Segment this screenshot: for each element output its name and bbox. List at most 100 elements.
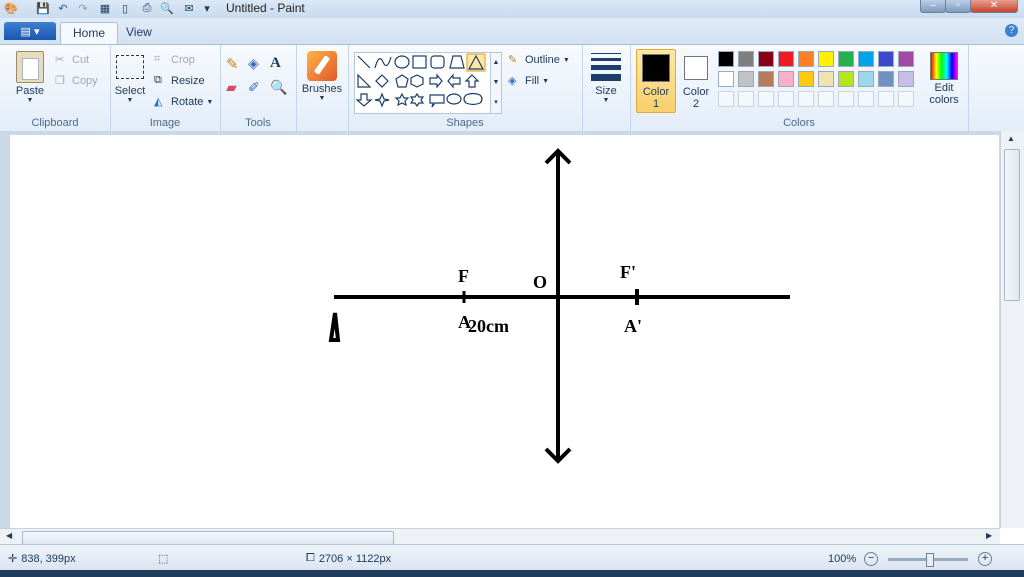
palette-color-swatch[interactable]	[858, 71, 874, 87]
clipboard-group-label: Clipboard	[31, 117, 79, 129]
resize-button[interactable]: ⧉ Resize	[154, 74, 205, 88]
color2-button[interactable]: Color 2	[678, 49, 714, 111]
scroll-right-icon[interactable]: ▶	[986, 531, 992, 540]
selection-size: ⬚	[158, 552, 168, 565]
edit-colors-button[interactable]: Edit colors	[924, 49, 964, 106]
zoom-slider[interactable]	[888, 552, 969, 567]
object-triangle-marker	[328, 312, 341, 342]
print-icon[interactable]: ⎙	[140, 1, 154, 15]
palette-color-swatch[interactable]	[818, 51, 834, 67]
shapes-group: ▲ ▼ ▾ ✎ Outline ▼ ◈ Fill ▼ Shapes	[348, 45, 583, 131]
color1-swatch	[642, 54, 670, 82]
customize-toolbar-icon[interactable]: ▾	[200, 1, 214, 15]
selection-icon: ⬚	[158, 553, 169, 565]
palette-custom-empty-slot[interactable]	[898, 91, 914, 107]
palette-custom-empty-slot[interactable]	[878, 91, 894, 107]
palette-custom-empty-slot[interactable]	[838, 91, 854, 107]
palette-color-swatch[interactable]	[878, 51, 894, 67]
help-icon[interactable]: ?	[1005, 24, 1018, 37]
status-bar: ✛ 838, 399px ⬚ ⧠ 2706 × 1122px 100% − +	[0, 544, 1024, 571]
shapes-gallery[interactable]: ▲ ▼ ▾	[354, 52, 502, 114]
palette-custom-empty-slot[interactable]	[778, 91, 794, 107]
paste-button[interactable]: Paste ▼	[8, 51, 52, 104]
properties-icon[interactable]: ▦	[98, 1, 112, 15]
palette-custom-empty-slot[interactable]	[858, 91, 874, 107]
brushes-label: Brushes	[301, 83, 343, 95]
email-icon[interactable]: ✉	[182, 1, 196, 15]
palette-color-swatch[interactable]	[798, 71, 814, 87]
minimize-button[interactable]: –	[920, 0, 946, 13]
palette-color-swatch[interactable]	[798, 51, 814, 67]
paint-app-icon[interactable]: 🎨	[4, 1, 18, 15]
palette-custom-empty-slot[interactable]	[818, 91, 834, 107]
redo-icon[interactable]: ↷	[76, 1, 90, 15]
rotate-button[interactable]: ◭ Rotate ▼	[154, 95, 213, 109]
scroll-left-icon[interactable]: ◀	[6, 531, 12, 540]
paint-menu-button[interactable]: ▤ ▾	[4, 22, 56, 40]
close-button[interactable]: ✕	[970, 0, 1018, 13]
new-icon[interactable]: ▯	[118, 1, 132, 15]
outline-pencil-icon: ✎	[508, 54, 518, 66]
scissors-icon: ✂	[55, 54, 65, 66]
palette-custom-empty-slot[interactable]	[758, 91, 774, 107]
clipboard-group: Paste ▼ ✂ Cut ❐ Copy Clipboard	[0, 45, 111, 131]
lens-diagram: F O F' A 20cm A'	[328, 148, 790, 464]
pencil-icon[interactable]: ✎	[226, 55, 248, 79]
cut-button[interactable]: ✂ Cut	[55, 53, 89, 67]
tab-home[interactable]: Home	[60, 22, 119, 44]
print-preview-icon[interactable]: 🔍	[160, 1, 174, 15]
vertical-scrollbar[interactable]: ▲	[1000, 131, 1024, 528]
colors-group-label: Colors	[783, 117, 815, 129]
zoom-controls: 100% − +	[828, 552, 993, 567]
outline-button[interactable]: ✎ Outline ▼	[508, 53, 570, 67]
magnifier-icon[interactable]: 🔍	[270, 79, 292, 103]
palette-color-swatch[interactable]	[778, 51, 794, 67]
horizontal-scroll-thumb[interactable]	[22, 531, 394, 545]
zoom-in-icon[interactable]: +	[978, 552, 993, 566]
eraser-icon[interactable]: ▰	[226, 79, 248, 103]
palette-custom-empty-slot[interactable]	[738, 91, 754, 107]
scroll-up-icon[interactable]: ▲	[1007, 134, 1015, 143]
color-picker-icon[interactable]: ✐	[248, 79, 270, 103]
zoom-slider-thumb[interactable]	[926, 552, 935, 567]
palette-color-swatch[interactable]	[898, 51, 914, 67]
palette-color-swatch[interactable]	[858, 51, 874, 67]
palette-color-swatch[interactable]	[738, 51, 754, 67]
vertical-scroll-thumb[interactable]	[1004, 149, 1020, 301]
palette-color-swatch[interactable]	[898, 71, 914, 87]
fill-bucket-small-icon: ◈	[508, 75, 517, 87]
tab-view[interactable]: View	[114, 22, 164, 43]
palette-custom-empty-slot[interactable]	[798, 91, 814, 107]
brushes-button[interactable]: Brushes ▼	[300, 51, 344, 102]
palette-color-swatch[interactable]	[818, 71, 834, 87]
copy-button[interactable]: ❐ Copy	[55, 74, 98, 88]
palette-custom-empty-slot[interactable]	[718, 91, 734, 107]
palette-color-swatch[interactable]	[778, 71, 794, 87]
palette-color-swatch[interactable]	[878, 71, 894, 87]
palette-color-swatch[interactable]	[758, 51, 774, 67]
color1-button[interactable]: Color 1	[636, 49, 676, 113]
crop-button[interactable]: ⌗ Crop	[154, 53, 195, 67]
text-icon[interactable]: A	[270, 55, 292, 79]
maximize-button[interactable]: ▫	[945, 0, 971, 13]
paste-icon	[16, 51, 44, 83]
palette-color-swatch[interactable]	[718, 71, 734, 87]
label-distance: 20cm	[468, 316, 509, 336]
color2-label: Color 2	[682, 86, 710, 110]
palette-color-swatch[interactable]	[838, 51, 854, 67]
palette-color-swatch[interactable]	[738, 71, 754, 87]
size-button[interactable]: Size ▼	[586, 51, 626, 104]
fill-bucket-icon[interactable]: ◈	[248, 55, 270, 79]
line-size-icon	[591, 53, 621, 81]
palette-color-swatch[interactable]	[758, 71, 774, 87]
fill-button[interactable]: ◈ Fill ▼	[508, 74, 549, 88]
drawing-canvas[interactable]: F O F' A 20cm A'	[10, 135, 999, 528]
zoom-out-icon[interactable]: −	[864, 552, 879, 566]
palette-color-swatch[interactable]	[718, 51, 734, 67]
palette-color-swatch[interactable]	[838, 71, 854, 87]
select-button[interactable]: Select ▼	[112, 51, 148, 104]
image-size: ⧠ 2706 × 1122px	[306, 552, 391, 565]
save-icon[interactable]: 💾	[36, 1, 50, 15]
horizontal-scrollbar[interactable]: ◀ ▶	[0, 528, 1000, 545]
undo-icon[interactable]: ↶	[56, 1, 70, 15]
